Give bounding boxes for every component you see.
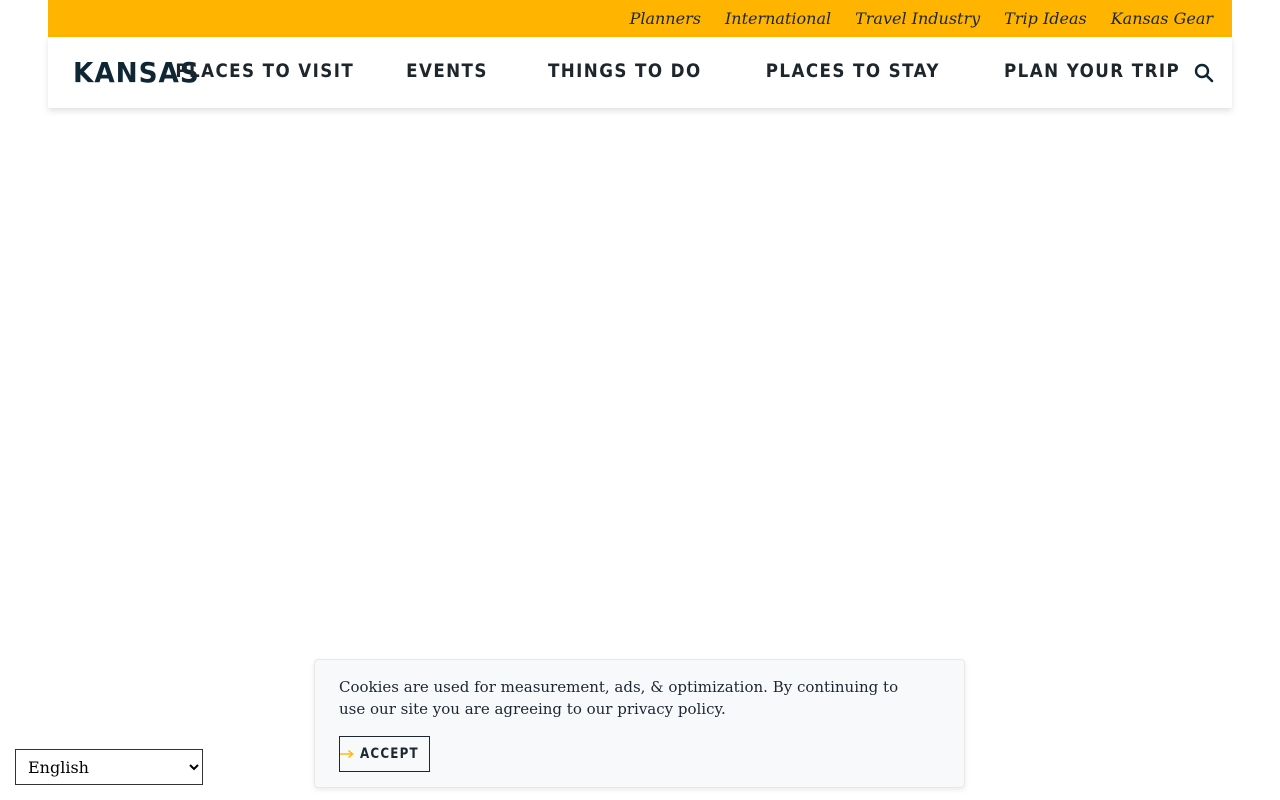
utility-link-kansas-gear[interactable]: Kansas Gear (1111, 9, 1213, 28)
nav-item-things-to-do[interactable]: THINGS TO DO (548, 59, 702, 83)
search-button[interactable] (1194, 63, 1214, 83)
arrow-right-icon (340, 750, 354, 758)
main-header: KANSAS PLACES TO VISIT EVENTS THINGS TO … (48, 37, 1232, 108)
nav-item-events[interactable]: EVENTS (406, 59, 488, 83)
utility-link-travel-industry[interactable]: Travel Industry (855, 9, 980, 28)
primary-nav: PLACES TO VISIT EVENTS THINGS TO DO PLAC… (151, 59, 1180, 83)
utility-nav-bar: Planners International Travel Industry T… (48, 0, 1232, 37)
utility-link-international[interactable]: International (725, 9, 831, 28)
utility-link-planners[interactable]: Planners (630, 9, 701, 28)
nav-item-places-to-visit[interactable]: PLACES TO VISIT (176, 59, 355, 83)
cookie-banner: Cookies are used for measurement, ads, &… (314, 659, 965, 788)
language-select[interactable]: English (15, 749, 203, 785)
utility-link-trip-ideas[interactable]: Trip Ideas (1004, 9, 1087, 28)
cookie-message: Cookies are used for measurement, ads, &… (339, 678, 899, 718)
accept-label: ACCEPT (359, 746, 419, 762)
nav-item-places-to-stay[interactable]: PLACES TO STAY (766, 59, 940, 83)
accept-cookies-button[interactable]: ACCEPT (339, 736, 430, 772)
nav-item-plan-your-trip[interactable]: PLAN YOUR TRIP (1004, 59, 1180, 83)
search-icon (1194, 63, 1214, 83)
